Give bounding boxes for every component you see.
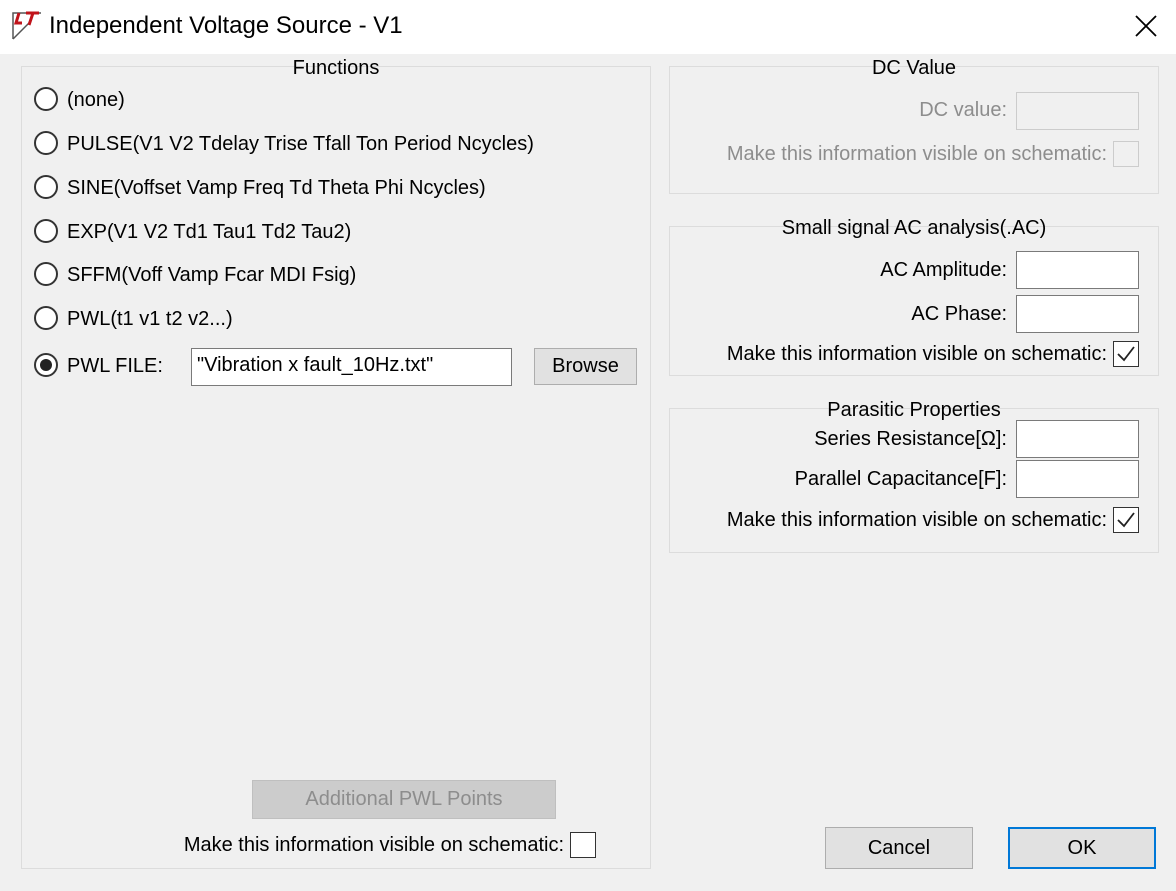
dc-visible-label: Make this information visible on schemat… <box>726 143 1107 165</box>
radio-button[interactable] <box>34 306 58 330</box>
functions-visible-label: Make this information visible on schemat… <box>183 834 564 856</box>
radio-label-pwl: PWL(t1 v1 t2 v2...) <box>67 308 233 330</box>
checkmark-icon <box>1117 346 1135 362</box>
close-button[interactable] <box>1118 0 1176 54</box>
ac-visible-label: Make this information visible on schemat… <box>726 343 1107 365</box>
ltspice-logo-icon <box>11 9 43 41</box>
parasitic-visible-label: Make this information visible on schemat… <box>726 509 1107 531</box>
additional-pwl-points-button[interactable]: Additional PWL Points <box>252 780 556 819</box>
ac-visible-checkbox[interactable] <box>1113 341 1139 367</box>
dc-value-input[interactable] <box>1016 92 1139 130</box>
close-icon <box>1135 15 1157 37</box>
radio-label-exp: EXP(V1 V2 Td1 Tau1 Td2 Tau2) <box>67 221 352 243</box>
cancel-button[interactable]: Cancel <box>825 827 973 869</box>
parallel-capacitance-input[interactable] <box>1016 460 1139 498</box>
radio-label-none: (none) <box>67 89 125 111</box>
ac-phase-input[interactable] <box>1016 295 1139 333</box>
window-title: Independent Voltage Source - V1 <box>49 12 403 39</box>
radio-button[interactable] <box>34 131 58 155</box>
browse-button[interactable]: Browse <box>534 348 637 385</box>
ac-amplitude-input[interactable] <box>1016 251 1139 289</box>
checkmark-icon <box>1117 512 1135 528</box>
parasitic-group-title: Parasitic Properties <box>827 399 1001 421</box>
functions-group-title: Functions <box>292 57 380 79</box>
pwl-file-input[interactable]: "Vibration x fault_10Hz.txt" <box>191 348 512 386</box>
ok-button[interactable]: OK <box>1008 827 1156 869</box>
radio-button[interactable] <box>34 219 58 243</box>
radio-button-selected[interactable] <box>34 353 58 377</box>
radio-label-pulse: PULSE(V1 V2 Tdelay Trise Tfall Ton Perio… <box>67 133 534 155</box>
parallel-capacitance-label: Parallel Capacitance[F]: <box>794 468 1007 490</box>
dc-value-group: DC Value <box>669 57 1159 194</box>
radio-button[interactable] <box>34 262 58 286</box>
radio-label-sine: SINE(Voffset Vamp Freq Td Theta Phi Ncyc… <box>67 177 486 199</box>
radio-button[interactable] <box>34 87 58 111</box>
radio-dot <box>40 359 52 371</box>
dc-value-label: DC value: <box>919 99 1007 121</box>
ac-amplitude-label: AC Amplitude: <box>880 259 1007 281</box>
series-resistance-label: Series Resistance[Ω]: <box>814 428 1007 450</box>
dc-value-group-title: DC Value <box>871 57 957 79</box>
dc-visible-checkbox[interactable] <box>1113 141 1139 167</box>
functions-visible-checkbox[interactable] <box>570 832 596 858</box>
series-resistance-input[interactable] <box>1016 420 1139 458</box>
radio-label-pwl-file: PWL FILE: <box>67 355 163 377</box>
ac-phase-label: AC Phase: <box>911 303 1007 325</box>
ac-analysis-group-title: Small signal AC analysis(.AC) <box>781 217 1047 239</box>
title-bar: Independent Voltage Source - V1 <box>0 0 1176 54</box>
radio-button[interactable] <box>34 175 58 199</box>
radio-label-sffm: SFFM(Voff Vamp Fcar MDI Fsig) <box>67 264 357 286</box>
parasitic-visible-checkbox[interactable] <box>1113 507 1139 533</box>
